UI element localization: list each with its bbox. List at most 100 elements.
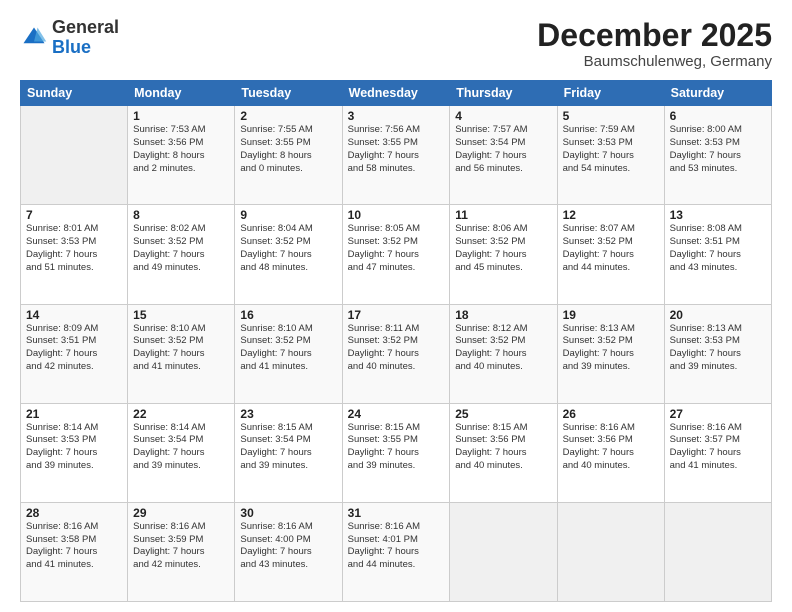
day-number: 10: [348, 208, 445, 222]
column-header-saturday: Saturday: [664, 81, 771, 106]
day-number: 6: [670, 109, 766, 123]
column-header-thursday: Thursday: [450, 81, 557, 106]
day-number: 11: [455, 208, 551, 222]
column-header-sunday: Sunday: [21, 81, 128, 106]
day-info: Sunrise: 7:55 AMSunset: 3:55 PMDaylight:…: [240, 124, 336, 175]
day-number: 19: [563, 308, 659, 322]
day-number: 29: [133, 506, 229, 520]
day-number: 24: [348, 407, 445, 421]
page-header: General Blue December 2025 Baumschulenwe…: [20, 18, 772, 70]
day-number: 31: [348, 506, 445, 520]
column-header-tuesday: Tuesday: [235, 81, 342, 106]
calendar-cell: 16Sunrise: 8:10 AMSunset: 3:52 PMDayligh…: [235, 304, 342, 403]
day-info: Sunrise: 8:01 AMSunset: 3:53 PMDaylight:…: [26, 223, 122, 274]
day-number: 13: [670, 208, 766, 222]
calendar-cell: 10Sunrise: 8:05 AMSunset: 3:52 PMDayligh…: [342, 205, 450, 304]
calendar-cell: 12Sunrise: 8:07 AMSunset: 3:52 PMDayligh…: [557, 205, 664, 304]
day-info: Sunrise: 8:02 AMSunset: 3:52 PMDaylight:…: [133, 223, 229, 274]
day-number: 12: [563, 208, 659, 222]
day-number: 27: [670, 407, 766, 421]
calendar-cell: 1Sunrise: 7:53 AMSunset: 3:56 PMDaylight…: [128, 106, 235, 205]
calendar-cell: [664, 502, 771, 601]
calendar-cell: 29Sunrise: 8:16 AMSunset: 3:59 PMDayligh…: [128, 502, 235, 601]
calendar-cell: 11Sunrise: 8:06 AMSunset: 3:52 PMDayligh…: [450, 205, 557, 304]
calendar-cell: 27Sunrise: 8:16 AMSunset: 3:57 PMDayligh…: [664, 403, 771, 502]
logo: General Blue: [20, 18, 119, 58]
calendar-cell: 9Sunrise: 8:04 AMSunset: 3:52 PMDaylight…: [235, 205, 342, 304]
calendar-cell: 4Sunrise: 7:57 AMSunset: 3:54 PMDaylight…: [450, 106, 557, 205]
calendar-cell: 6Sunrise: 8:00 AMSunset: 3:53 PMDaylight…: [664, 106, 771, 205]
day-info: Sunrise: 8:15 AMSunset: 3:55 PMDaylight:…: [348, 422, 445, 473]
day-info: Sunrise: 8:10 AMSunset: 3:52 PMDaylight:…: [133, 323, 229, 374]
calendar-cell: [450, 502, 557, 601]
day-number: 7: [26, 208, 122, 222]
day-info: Sunrise: 8:14 AMSunset: 3:53 PMDaylight:…: [26, 422, 122, 473]
calendar-cell: 13Sunrise: 8:08 AMSunset: 3:51 PMDayligh…: [664, 205, 771, 304]
calendar-cell: 30Sunrise: 8:16 AMSunset: 4:00 PMDayligh…: [235, 502, 342, 601]
column-header-monday: Monday: [128, 81, 235, 106]
calendar-cell: [21, 106, 128, 205]
day-info: Sunrise: 8:00 AMSunset: 3:53 PMDaylight:…: [670, 124, 766, 175]
calendar-cell: 31Sunrise: 8:16 AMSunset: 4:01 PMDayligh…: [342, 502, 450, 601]
calendar-week-4: 21Sunrise: 8:14 AMSunset: 3:53 PMDayligh…: [21, 403, 772, 502]
month-title: December 2025: [537, 18, 772, 53]
calendar-cell: 7Sunrise: 8:01 AMSunset: 3:53 PMDaylight…: [21, 205, 128, 304]
day-number: 14: [26, 308, 122, 322]
day-info: Sunrise: 8:09 AMSunset: 3:51 PMDaylight:…: [26, 323, 122, 374]
calendar-week-1: 1Sunrise: 7:53 AMSunset: 3:56 PMDaylight…: [21, 106, 772, 205]
calendar-cell: [557, 502, 664, 601]
day-number: 25: [455, 407, 551, 421]
logo-text: General Blue: [52, 18, 119, 58]
day-number: 8: [133, 208, 229, 222]
day-number: 2: [240, 109, 336, 123]
day-info: Sunrise: 8:16 AMSunset: 3:58 PMDaylight:…: [26, 521, 122, 572]
day-info: Sunrise: 8:05 AMSunset: 3:52 PMDaylight:…: [348, 223, 445, 274]
day-number: 23: [240, 407, 336, 421]
calendar-week-5: 28Sunrise: 8:16 AMSunset: 3:58 PMDayligh…: [21, 502, 772, 601]
day-number: 17: [348, 308, 445, 322]
calendar-cell: 18Sunrise: 8:12 AMSunset: 3:52 PMDayligh…: [450, 304, 557, 403]
day-info: Sunrise: 8:12 AMSunset: 3:52 PMDaylight:…: [455, 323, 551, 374]
day-info: Sunrise: 8:04 AMSunset: 3:52 PMDaylight:…: [240, 223, 336, 274]
calendar-cell: 19Sunrise: 8:13 AMSunset: 3:52 PMDayligh…: [557, 304, 664, 403]
calendar-cell: 21Sunrise: 8:14 AMSunset: 3:53 PMDayligh…: [21, 403, 128, 502]
day-info: Sunrise: 8:15 AMSunset: 3:56 PMDaylight:…: [455, 422, 551, 473]
calendar: SundayMondayTuesdayWednesdayThursdayFrid…: [20, 80, 772, 602]
column-header-wednesday: Wednesday: [342, 81, 450, 106]
calendar-week-2: 7Sunrise: 8:01 AMSunset: 3:53 PMDaylight…: [21, 205, 772, 304]
calendar-cell: 3Sunrise: 7:56 AMSunset: 3:55 PMDaylight…: [342, 106, 450, 205]
day-number: 20: [670, 308, 766, 322]
day-info: Sunrise: 8:07 AMSunset: 3:52 PMDaylight:…: [563, 223, 659, 274]
column-header-friday: Friday: [557, 81, 664, 106]
day-number: 4: [455, 109, 551, 123]
calendar-cell: 24Sunrise: 8:15 AMSunset: 3:55 PMDayligh…: [342, 403, 450, 502]
day-number: 1: [133, 109, 229, 123]
day-info: Sunrise: 7:59 AMSunset: 3:53 PMDaylight:…: [563, 124, 659, 175]
day-number: 28: [26, 506, 122, 520]
day-info: Sunrise: 8:06 AMSunset: 3:52 PMDaylight:…: [455, 223, 551, 274]
day-info: Sunrise: 7:57 AMSunset: 3:54 PMDaylight:…: [455, 124, 551, 175]
day-info: Sunrise: 8:10 AMSunset: 3:52 PMDaylight:…: [240, 323, 336, 374]
day-info: Sunrise: 8:14 AMSunset: 3:54 PMDaylight:…: [133, 422, 229, 473]
day-number: 15: [133, 308, 229, 322]
day-info: Sunrise: 7:53 AMSunset: 3:56 PMDaylight:…: [133, 124, 229, 175]
title-block: December 2025 Baumschulenweg, Germany: [537, 18, 772, 70]
logo-icon: [20, 24, 48, 52]
calendar-week-3: 14Sunrise: 8:09 AMSunset: 3:51 PMDayligh…: [21, 304, 772, 403]
day-number: 18: [455, 308, 551, 322]
day-number: 21: [26, 407, 122, 421]
day-info: Sunrise: 8:16 AMSunset: 4:01 PMDaylight:…: [348, 521, 445, 572]
day-info: Sunrise: 8:15 AMSunset: 3:54 PMDaylight:…: [240, 422, 336, 473]
day-info: Sunrise: 8:16 AMSunset: 3:56 PMDaylight:…: [563, 422, 659, 473]
calendar-cell: 23Sunrise: 8:15 AMSunset: 3:54 PMDayligh…: [235, 403, 342, 502]
calendar-cell: 14Sunrise: 8:09 AMSunset: 3:51 PMDayligh…: [21, 304, 128, 403]
day-info: Sunrise: 8:11 AMSunset: 3:52 PMDaylight:…: [348, 323, 445, 374]
day-number: 16: [240, 308, 336, 322]
calendar-cell: 22Sunrise: 8:14 AMSunset: 3:54 PMDayligh…: [128, 403, 235, 502]
day-number: 3: [348, 109, 445, 123]
day-info: Sunrise: 8:13 AMSunset: 3:53 PMDaylight:…: [670, 323, 766, 374]
location: Baumschulenweg, Germany: [537, 53, 772, 70]
calendar-cell: 15Sunrise: 8:10 AMSunset: 3:52 PMDayligh…: [128, 304, 235, 403]
day-info: Sunrise: 8:16 AMSunset: 3:59 PMDaylight:…: [133, 521, 229, 572]
calendar-cell: 20Sunrise: 8:13 AMSunset: 3:53 PMDayligh…: [664, 304, 771, 403]
